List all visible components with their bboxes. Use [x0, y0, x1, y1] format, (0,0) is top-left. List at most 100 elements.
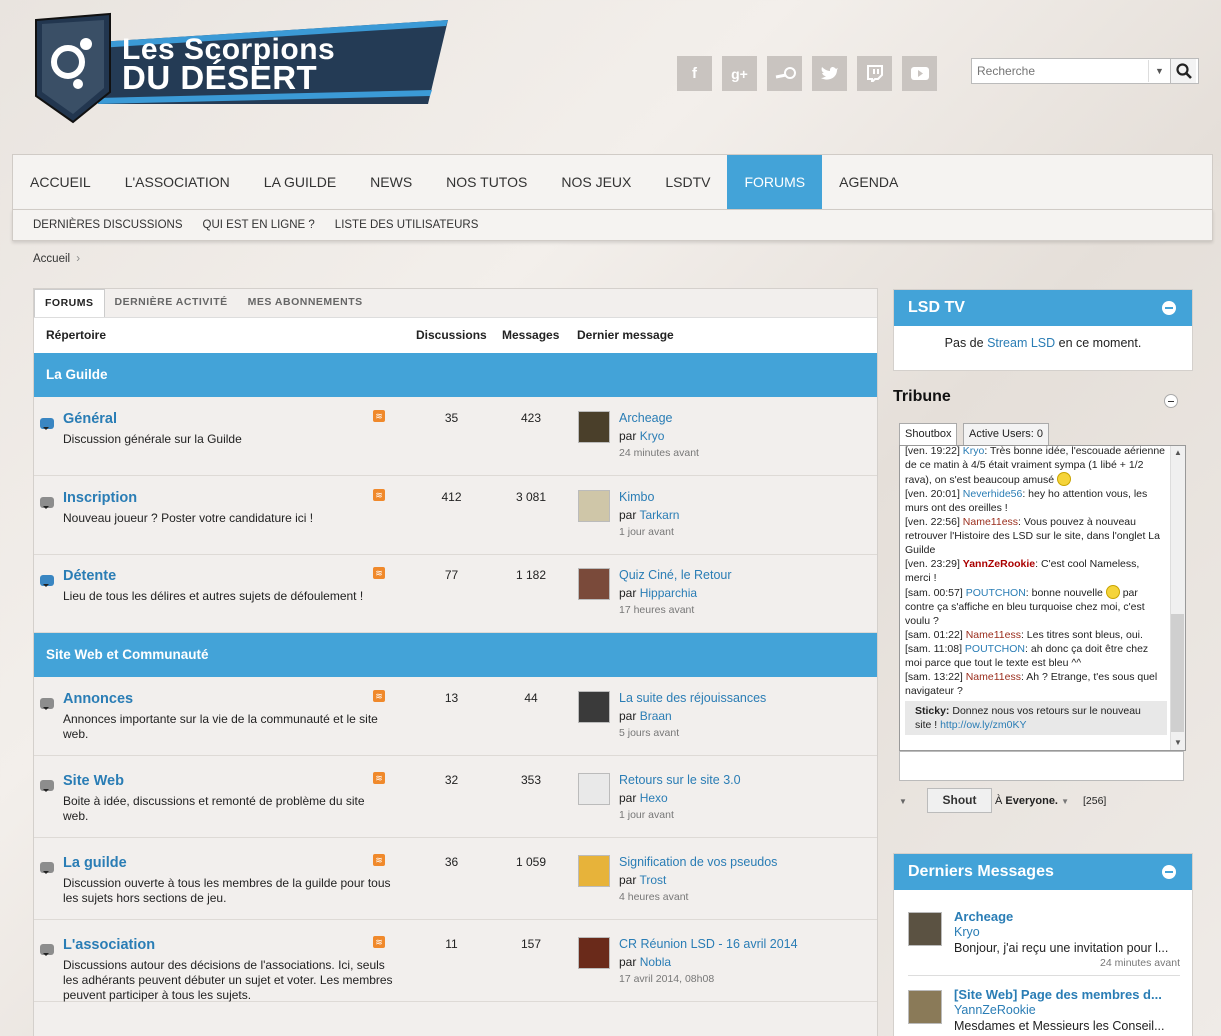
shout-user[interactable]: Name11ess: [966, 629, 1021, 641]
nav-nos-tutos[interactable]: Nos Tutos: [429, 155, 544, 210]
category-site-web[interactable]: Site Web et Communauté: [34, 633, 877, 677]
scrollbar[interactable]: ▲ ▼: [1170, 446, 1185, 750]
last-post-user[interactable]: Nobla: [640, 955, 671, 969]
rss-icon[interactable]: ≋: [373, 854, 385, 866]
shout-input[interactable]: [899, 751, 1184, 781]
shout-user[interactable]: POUTCHON: [966, 587, 1026, 599]
nav-agenda[interactable]: Agenda: [822, 155, 915, 210]
shout-user[interactable]: Kryo: [963, 446, 985, 457]
tab-shoutbox[interactable]: Shoutbox: [899, 423, 958, 446]
rss-icon[interactable]: ≋: [373, 489, 385, 501]
scroll-up-icon[interactable]: ▲: [1174, 448, 1182, 457]
twitch-icon[interactable]: [857, 56, 892, 91]
shout-user[interactable]: YannZeRookie: [963, 558, 1035, 570]
smiley-icon: [1105, 585, 1120, 599]
last-post-user[interactable]: Hexo: [640, 791, 668, 805]
shout-user[interactable]: Name11ess: [963, 516, 1018, 528]
shout-button[interactable]: Shout: [927, 788, 992, 813]
search-input[interactable]: [972, 60, 1148, 82]
forum-status-icon: [40, 780, 54, 792]
last-post-title[interactable]: La suite des réjouissances: [619, 691, 766, 705]
collapse-icon[interactable]: [1164, 394, 1178, 408]
rss-icon[interactable]: ≋: [373, 410, 385, 422]
forum-row: L'association Discussions autour des déci…: [34, 924, 877, 1002]
rss-icon[interactable]: ≋: [373, 690, 385, 702]
last-post-title[interactable]: Signification de vos pseudos: [619, 855, 777, 869]
derniers-messages-block: Derniers Messages Archeage Kryo Bonjour,…: [893, 853, 1193, 1036]
stream-link[interactable]: Stream LSD: [987, 336, 1055, 350]
avatar[interactable]: [578, 411, 610, 443]
subnav-dernieres-discussions[interactable]: Dernières discussions: [13, 210, 193, 240]
steam-icon[interactable]: [767, 56, 802, 91]
avatar[interactable]: [578, 937, 610, 969]
last-post-title[interactable]: Quiz Ciné, le Retour: [619, 568, 732, 582]
subnav-qui-est-en-ligne[interactable]: Qui est en ligne ?: [193, 210, 325, 240]
last-post-user[interactable]: Kryo: [640, 429, 665, 443]
col-dernier-message: Dernier message: [577, 328, 674, 342]
site-logo[interactable]: Les Scorpions Du Désert: [28, 12, 448, 124]
last-post-user[interactable]: Braan: [640, 709, 672, 723]
recent-message-title[interactable]: [Site Web] Page des membres d...: [954, 987, 1180, 1002]
shout-user[interactable]: POUTCHON: [965, 643, 1025, 655]
subnav-liste-utilisateurs[interactable]: Liste des utilisateurs: [325, 210, 489, 240]
last-post-user[interactable]: Hipparchia: [640, 586, 697, 600]
last-post-title[interactable]: Kimbo: [619, 490, 654, 504]
par-label: par: [619, 791, 637, 805]
shout-target[interactable]: À Everyone. ▼: [995, 795, 1069, 807]
google-plus-icon[interactable]: g+: [722, 56, 757, 91]
last-post-title[interactable]: Archeage: [619, 411, 673, 425]
chevron-down-icon[interactable]: ▼: [899, 797, 907, 806]
collapse-icon[interactable]: [1162, 865, 1176, 879]
last-post-user[interactable]: Tarkarn: [639, 508, 679, 522]
forum-title[interactable]: Inscription: [63, 490, 137, 506]
facebook-icon[interactable]: f: [677, 56, 712, 91]
search-icon[interactable]: [1170, 59, 1196, 83]
nav-accueil[interactable]: Accueil: [13, 155, 108, 210]
forum-title[interactable]: Général: [63, 411, 117, 427]
tab-mes-abonnements[interactable]: Mes abonnements: [238, 289, 373, 316]
tab-forums[interactable]: Forums: [34, 289, 105, 317]
breadcrumb-home[interactable]: Accueil: [33, 253, 70, 265]
forum-title[interactable]: Annonces: [63, 691, 133, 707]
recent-message-title[interactable]: Archeage: [954, 909, 1180, 924]
youtube-icon[interactable]: [902, 56, 937, 91]
twitter-icon[interactable]: [812, 56, 847, 91]
scrollbar-thumb[interactable]: [1171, 614, 1184, 732]
avatar[interactable]: [908, 990, 942, 1024]
nav-lsdtv[interactable]: LSDTV: [648, 155, 727, 210]
avatar[interactable]: [578, 773, 610, 805]
avatar[interactable]: [578, 855, 610, 887]
scroll-down-icon[interactable]: ▼: [1174, 738, 1182, 747]
nav-news[interactable]: News: [353, 155, 429, 210]
category-la-guilde[interactable]: La Guilde: [34, 353, 877, 397]
rss-icon[interactable]: ≋: [373, 772, 385, 784]
rss-icon[interactable]: ≋: [373, 567, 385, 579]
forum-title[interactable]: Site Web: [63, 773, 124, 789]
nav-la-guilde[interactable]: La Guilde: [247, 155, 353, 210]
forum-title[interactable]: L'association: [63, 937, 155, 953]
last-post-title[interactable]: CR Réunion LSD - 16 avril 2014: [619, 937, 798, 951]
last-post-user[interactable]: Trost: [639, 873, 666, 887]
tab-derniere-activite[interactable]: Dernière activité: [105, 289, 238, 316]
avatar[interactable]: [908, 912, 942, 946]
rss-icon[interactable]: ≋: [373, 936, 385, 948]
breadcrumb[interactable]: Accueil ›: [33, 253, 80, 265]
shout-user[interactable]: Name11ess: [966, 671, 1021, 683]
sticky-link[interactable]: http://ow.ly/zm0KY: [940, 719, 1026, 731]
nav-association[interactable]: L'Association: [108, 155, 247, 210]
chevron-down-icon[interactable]: ▼: [1148, 60, 1170, 82]
shout-user[interactable]: Neverhide56: [963, 488, 1023, 500]
shoutbox-messages[interactable]: [ven. 19:22] Kryo: Très bonne idée, l'es…: [899, 445, 1186, 751]
collapse-icon[interactable]: [1162, 301, 1176, 315]
forum-title[interactable]: La guilde: [63, 855, 127, 871]
recent-message-user[interactable]: Kryo: [954, 925, 980, 939]
forum-title[interactable]: Détente: [63, 568, 116, 584]
avatar[interactable]: [578, 691, 610, 723]
avatar[interactable]: [578, 490, 610, 522]
avatar[interactable]: [578, 568, 610, 600]
last-post-title[interactable]: Retours sur le site 3.0: [619, 773, 741, 787]
recent-message-user[interactable]: YannZeRookie: [954, 1003, 1036, 1017]
tab-active-users[interactable]: Active Users: 0: [963, 423, 1049, 446]
nav-forums[interactable]: Forums: [727, 155, 823, 210]
nav-nos-jeux[interactable]: Nos Jeux: [544, 155, 648, 210]
